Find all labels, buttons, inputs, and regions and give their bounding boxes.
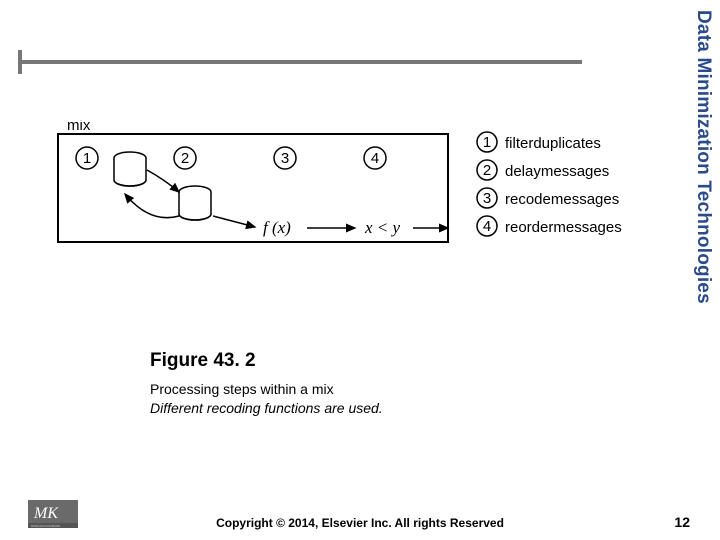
cylinder-2 (179, 186, 211, 220)
svg-text:2: 2 (483, 162, 491, 179)
legend-3: 3 recodemessages (477, 188, 619, 208)
step-marker-1: 1 (76, 147, 98, 169)
side-title: Data Minimization Technologies (692, 10, 714, 304)
svg-text:MK: MK (33, 505, 59, 522)
svg-text:1: 1 (483, 134, 491, 151)
arrow-cyl2-to-cyl1 (125, 194, 179, 218)
step-marker-3: 3 (274, 147, 296, 169)
mix-diagram: mix 1 2 3 4 f (x) x < y 1 (55, 120, 660, 260)
svg-text:1: 1 (83, 150, 91, 167)
box-label: mix (67, 120, 91, 134)
legend-4: 4 reordermessages (477, 216, 622, 236)
cmp-label: x < y (364, 218, 401, 237)
footer: Copyright © 2014, Elsevier Inc. All righ… (0, 516, 720, 530)
svg-text:4: 4 (483, 218, 491, 235)
cylinder-1 (114, 152, 146, 186)
step-marker-2: 2 (174, 147, 196, 169)
arrow-to-fx (213, 216, 255, 227)
svg-text:MORGAN KAUFMANN: MORGAN KAUFMANN (31, 524, 60, 528)
figure-label: Figure 43. 2 (150, 350, 570, 372)
publisher-logo: MK MORGAN KAUFMANN (28, 500, 78, 528)
svg-text:recodemessages: recodemessages (505, 191, 619, 208)
legend-2: 2 delaymessages (477, 160, 609, 180)
figure-caption-line2: Different recoding functions are used. (150, 399, 570, 418)
svg-text:3: 3 (483, 190, 491, 207)
svg-text:3: 3 (281, 150, 289, 167)
svg-text:2: 2 (181, 150, 189, 167)
step-marker-4: 4 (364, 147, 386, 169)
svg-text:filterduplicates: filterduplicates (505, 135, 601, 152)
fx-label: f (x) (263, 218, 291, 237)
figure-block: Figure 43. 2 Processing steps within a m… (150, 350, 570, 418)
svg-text:reordermessages: reordermessages (505, 219, 622, 236)
svg-text:delaymessages: delaymessages (505, 163, 609, 180)
header-rule (22, 60, 582, 64)
figure-caption-line1: Processing steps within a mix (150, 380, 570, 399)
page-number: 12 (674, 514, 690, 530)
legend-1: 1 filterduplicates (477, 132, 601, 152)
svg-text:4: 4 (371, 150, 379, 167)
arrow-cyl1-to-cyl2 (147, 170, 179, 192)
copyright: Copyright © 2014, Elsevier Inc. All righ… (0, 516, 720, 530)
figure-caption: Processing steps within a mix Different … (150, 380, 570, 418)
